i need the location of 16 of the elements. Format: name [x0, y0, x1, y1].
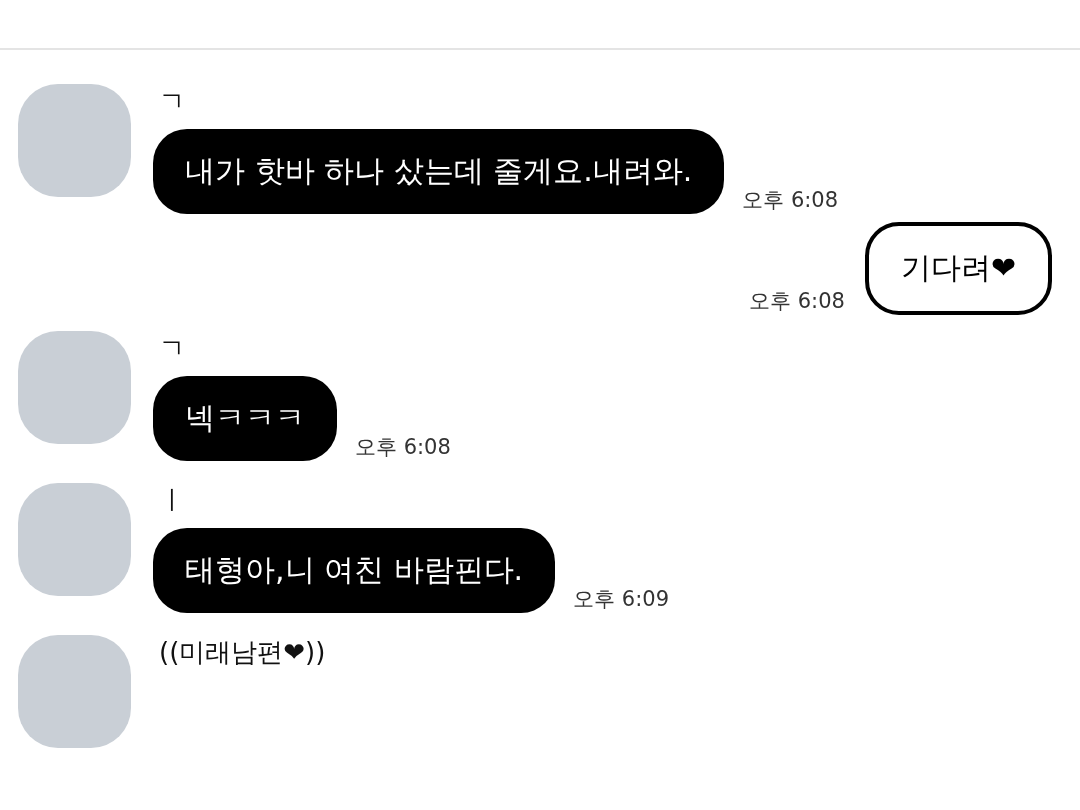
sender-name: ((미래남편❤)) — [158, 636, 326, 669]
message-time: 오후 6:08 — [355, 434, 451, 461]
message-bubble: 기다려❤ — [864, 222, 1052, 315]
avatar-photo-placeholder[interactable] — [18, 635, 131, 748]
message-time: 오후 6:09 — [573, 586, 669, 613]
sender-name: ㄱ — [158, 85, 185, 118]
message-time: 오후 6:08 — [742, 187, 839, 214]
message-bubble: 내가 핫바 하나 샀는데 줄게요.내려와. — [153, 129, 725, 214]
message-bubble: 태형아,니 여친 바람핀다. — [153, 528, 556, 613]
avatar-photo-placeholder[interactable] — [18, 84, 131, 197]
sender-name: ㄱ — [158, 332, 185, 365]
message-bubble: 넥ㅋㅋㅋ — [153, 376, 337, 461]
avatar-photo-placeholder[interactable] — [18, 483, 131, 596]
message-time: 오후 6:08 — [749, 288, 845, 315]
avatar-photo-placeholder[interactable] — [18, 331, 131, 444]
sender-name: ㅣ — [158, 484, 185, 517]
